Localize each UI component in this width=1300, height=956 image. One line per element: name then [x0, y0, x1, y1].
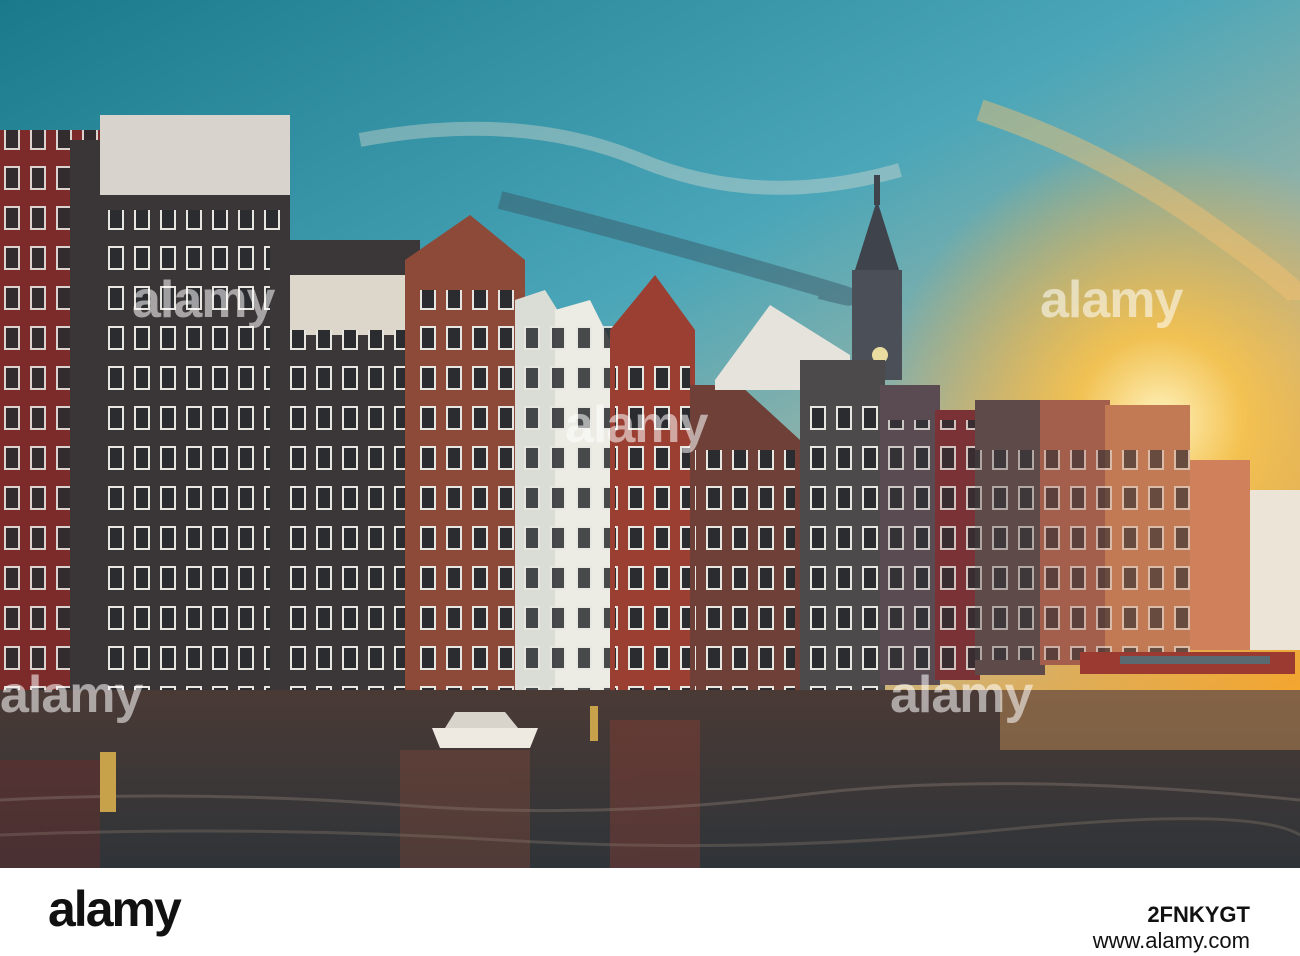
- watermark: alamy: [890, 666, 1033, 724]
- watermark: alamy: [1040, 271, 1183, 329]
- mooring-post: [590, 706, 598, 741]
- mooring-post: [100, 752, 116, 812]
- site-url[interactable]: www.alamy.com: [1093, 928, 1250, 954]
- footer-bar: alamy 2FNKYGT www.alamy.com: [0, 868, 1300, 956]
- image-canvas: alamy alamy alamy alamy alamy alamy 2FNK…: [0, 0, 1300, 956]
- photo: alamy alamy alamy alamy alamy: [0, 0, 1300, 868]
- image-id: 2FNKYGT: [1147, 902, 1250, 927]
- brand-logo[interactable]: alamy: [48, 880, 182, 938]
- tour-boat: [1080, 652, 1295, 674]
- watermark: alamy: [565, 396, 708, 454]
- watermark: alamy: [0, 666, 143, 724]
- watermark: alamy: [132, 271, 275, 329]
